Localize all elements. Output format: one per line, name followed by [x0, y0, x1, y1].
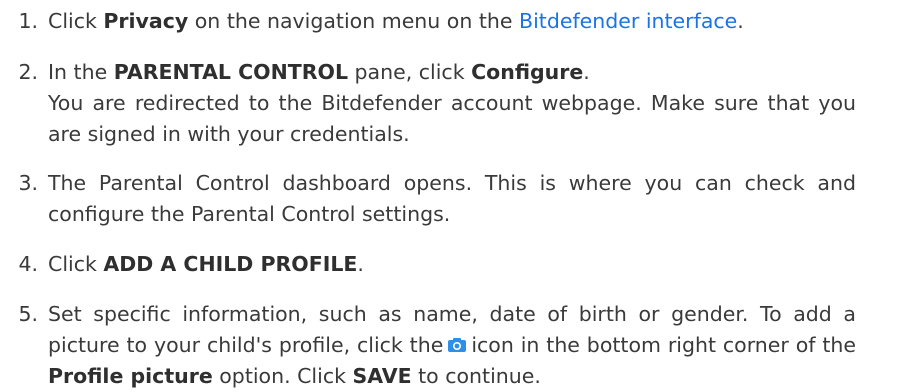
text-run: pane, click [348, 60, 472, 84]
bold-term: Privacy [103, 9, 189, 33]
bold-term: Configure [471, 60, 584, 84]
step-note: You are redirected to the Bitdefender ac… [48, 91, 856, 146]
steps-list: 1. Click Privacy on the navigation menu … [0, 0, 905, 392]
text-run: . [357, 252, 364, 276]
text-run: . [583, 60, 590, 84]
step-text: Click Privacy on the navigation menu on … [48, 6, 856, 37]
text-run: icon in the bottom right corner of the [471, 333, 856, 357]
step-number: 4. [18, 252, 38, 276]
text-run: option. Click [212, 364, 353, 388]
step-text: Set specific information, such as name, … [48, 299, 856, 392]
text-run: Click [48, 9, 104, 33]
bold-term: PARENTAL CONTROL [113, 60, 349, 84]
bold-term: SAVE [352, 364, 412, 388]
step-number: 1. [18, 9, 38, 33]
bold-term: Profile picture [48, 364, 213, 388]
step-number: 5. [18, 302, 38, 326]
camera-icon [447, 337, 467, 353]
step-number: 2. [18, 60, 38, 84]
step-number: 3. [18, 171, 38, 195]
step-text: The Parental Control dashboard opens. Th… [48, 171, 856, 226]
text-run: Click [48, 252, 104, 276]
text-run: to continue. [411, 364, 541, 388]
step-text: Click ADD A CHILD PROFILE. [48, 249, 856, 280]
step-text: In the PARENTAL CONTROL pane, click Conf… [48, 57, 856, 150]
bitdefender-interface-link[interactable]: Bitdefender interface [519, 9, 737, 33]
text-run: In the [48, 60, 114, 84]
bold-term: ADD A CHILD PROFILE [103, 252, 358, 276]
text-run: on the navigation menu on the [188, 9, 520, 33]
text-run: . [737, 9, 744, 33]
